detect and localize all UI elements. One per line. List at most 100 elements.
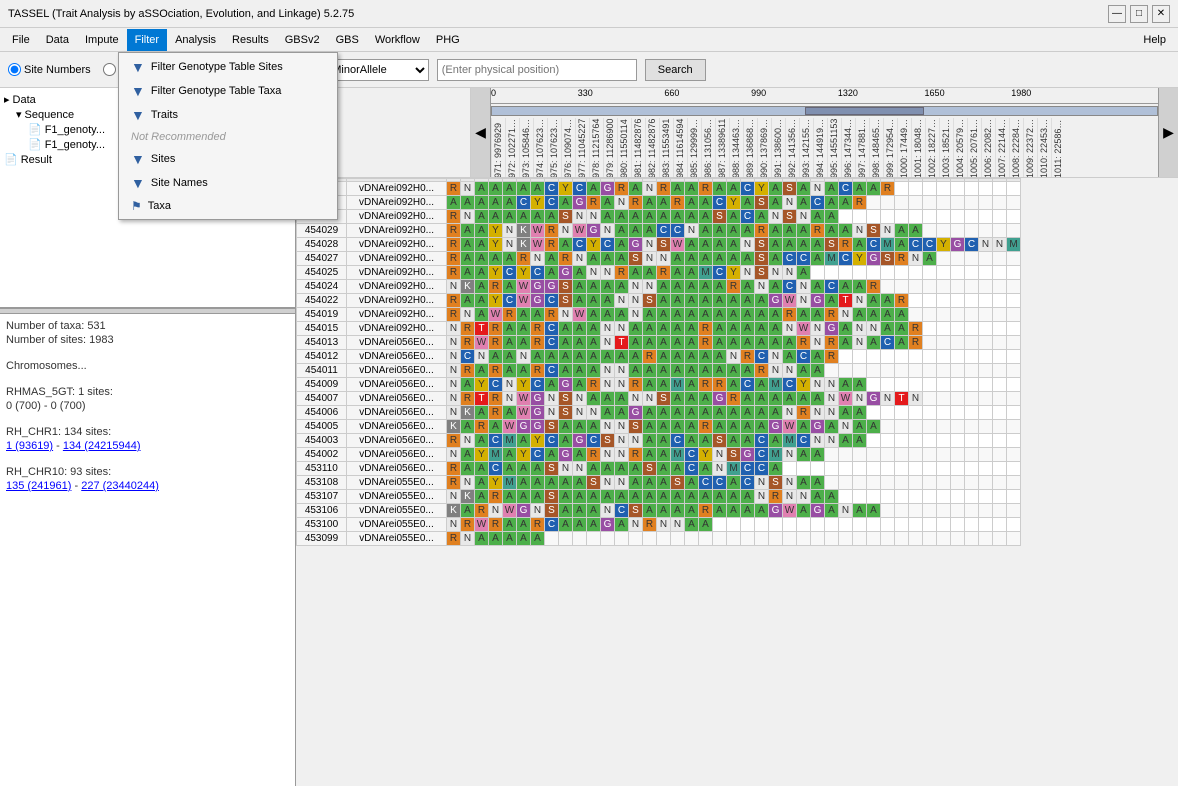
cell-base: K [447, 504, 461, 518]
cell-base [825, 518, 839, 532]
maximize-button[interactable]: □ [1130, 5, 1148, 23]
chr-rh10-link-start[interactable]: 135 (241961) [6, 480, 71, 492]
cell-id: 454007 [297, 392, 347, 406]
cell-name: vDNArei056E0... [347, 434, 447, 448]
cell-base: A [475, 224, 489, 238]
cell-base: A [517, 308, 531, 322]
cell-base: A [755, 406, 769, 420]
cell-base: A [573, 518, 587, 532]
cell-id: 453107 [297, 490, 347, 504]
cell-base [601, 532, 615, 546]
cell-base: A [727, 490, 741, 504]
menu-gbsv2[interactable]: GBSv2 [277, 29, 328, 51]
cell-base: A [741, 504, 755, 518]
cell-base [965, 448, 979, 462]
cell-base [1007, 392, 1021, 406]
cell-base: A [629, 364, 643, 378]
filter-sites-sub-item[interactable]: ▼ Sites [119, 147, 337, 171]
menu-results[interactable]: Results [224, 29, 277, 51]
cell-base: A [895, 224, 909, 238]
cell-base: A [825, 196, 839, 210]
cell-base: C [783, 280, 797, 294]
cell-base [923, 196, 937, 210]
filter-sites-item[interactable]: ▼ Filter Genotype Table Sites [119, 55, 337, 79]
cell-name: vDNArei056E0... [347, 336, 447, 350]
cell-base [867, 196, 881, 210]
minimize-button[interactable]: — [1108, 5, 1126, 23]
cell-base: A [867, 294, 881, 308]
cell-base: W [517, 392, 531, 406]
cell-base [1007, 504, 1021, 518]
cell-base: W [503, 420, 517, 434]
cell-base: W [573, 308, 587, 322]
cell-base: Y [699, 448, 713, 462]
menu-help[interactable]: Help [1135, 29, 1174, 51]
nav-right-button[interactable]: ▶ [1158, 88, 1178, 177]
cell-base [867, 364, 881, 378]
position-slider[interactable] [491, 106, 1158, 116]
cell-base: Y [937, 238, 951, 252]
filter-site-names-item[interactable]: ▼ Site Names [119, 171, 337, 195]
filter-taxa-item[interactable]: ▼ Filter Genotype Table Taxa [119, 79, 337, 103]
cell-base: C [881, 336, 895, 350]
cell-base: A [629, 224, 643, 238]
cell-base: A [769, 182, 783, 196]
search-button[interactable]: Search [645, 59, 706, 81]
cell-base: N [601, 476, 615, 490]
cell-base: N [811, 406, 825, 420]
cell-base: A [643, 364, 657, 378]
cell-base: A [517, 182, 531, 196]
radio-site-numbers[interactable]: Site Numbers [8, 63, 91, 76]
cell-base: C [713, 196, 727, 210]
cell-base: S [713, 434, 727, 448]
cell-base: A [503, 364, 517, 378]
cell-base [965, 196, 979, 210]
cell-base [909, 420, 923, 434]
cell-base: A [601, 406, 615, 420]
cell-base [909, 308, 923, 322]
genotype-table-container[interactable]: 454034vDNArei092H0...RNAAAAACYCAGRANRAAR… [296, 178, 1178, 786]
col-header-9: 980: 11550114 [617, 118, 631, 177]
cell-base: N [811, 378, 825, 392]
close-button[interactable]: ✕ [1152, 5, 1170, 23]
chr-rh1-link-start[interactable]: 1 (93619) [6, 440, 53, 452]
menu-data[interactable]: Data [38, 29, 77, 51]
cell-base: A [713, 504, 727, 518]
menu-phg[interactable]: PHG [428, 29, 468, 51]
filter-site-names-label: Site Names [151, 177, 208, 189]
cell-base: C [923, 238, 937, 252]
chr-rh10-link-end[interactable]: 227 (23440244) [81, 480, 159, 492]
menu-filter[interactable]: Filter [127, 29, 167, 51]
cell-base: S [643, 462, 657, 476]
cell-base: N [601, 266, 615, 280]
slider-thumb[interactable] [805, 107, 925, 115]
position-search-input[interactable] [437, 59, 637, 81]
col-header-31: 1002: 18227410 [925, 118, 939, 177]
menu-gbs[interactable]: GBS [328, 29, 367, 51]
cell-base: A [517, 364, 531, 378]
cell-base [867, 518, 881, 532]
cell-id: 453106 [297, 504, 347, 518]
cell-base: K [461, 280, 475, 294]
menu-impute[interactable]: Impute [77, 29, 127, 51]
chr-rh1-link-end[interactable]: 134 (24215944) [63, 440, 141, 452]
cell-base: A [825, 490, 839, 504]
filter-taxa-sub-item[interactable]: ⚑ Taxa [119, 195, 337, 217]
nav-left-button[interactable]: ◀ [471, 88, 491, 177]
menu-analysis[interactable]: Analysis [167, 29, 224, 51]
filter-traits-item[interactable]: ▼ Traits [119, 103, 337, 127]
cell-name: vDNArei055E0... [347, 518, 447, 532]
cell-base [923, 336, 937, 350]
cell-base [993, 280, 1007, 294]
cell-id: 453108 [297, 476, 347, 490]
table-row: 453110vDNArei056E0...RAACAAASNNAAAASAACA… [297, 462, 1021, 476]
cell-base: N [755, 280, 769, 294]
cell-base [643, 532, 657, 546]
cell-base: R [755, 364, 769, 378]
cell-base: A [713, 238, 727, 252]
menu-file[interactable]: File [4, 29, 38, 51]
cell-base [881, 378, 895, 392]
menu-workflow[interactable]: Workflow [367, 29, 428, 51]
cell-base: N [853, 336, 867, 350]
cell-base: N [993, 238, 1007, 252]
